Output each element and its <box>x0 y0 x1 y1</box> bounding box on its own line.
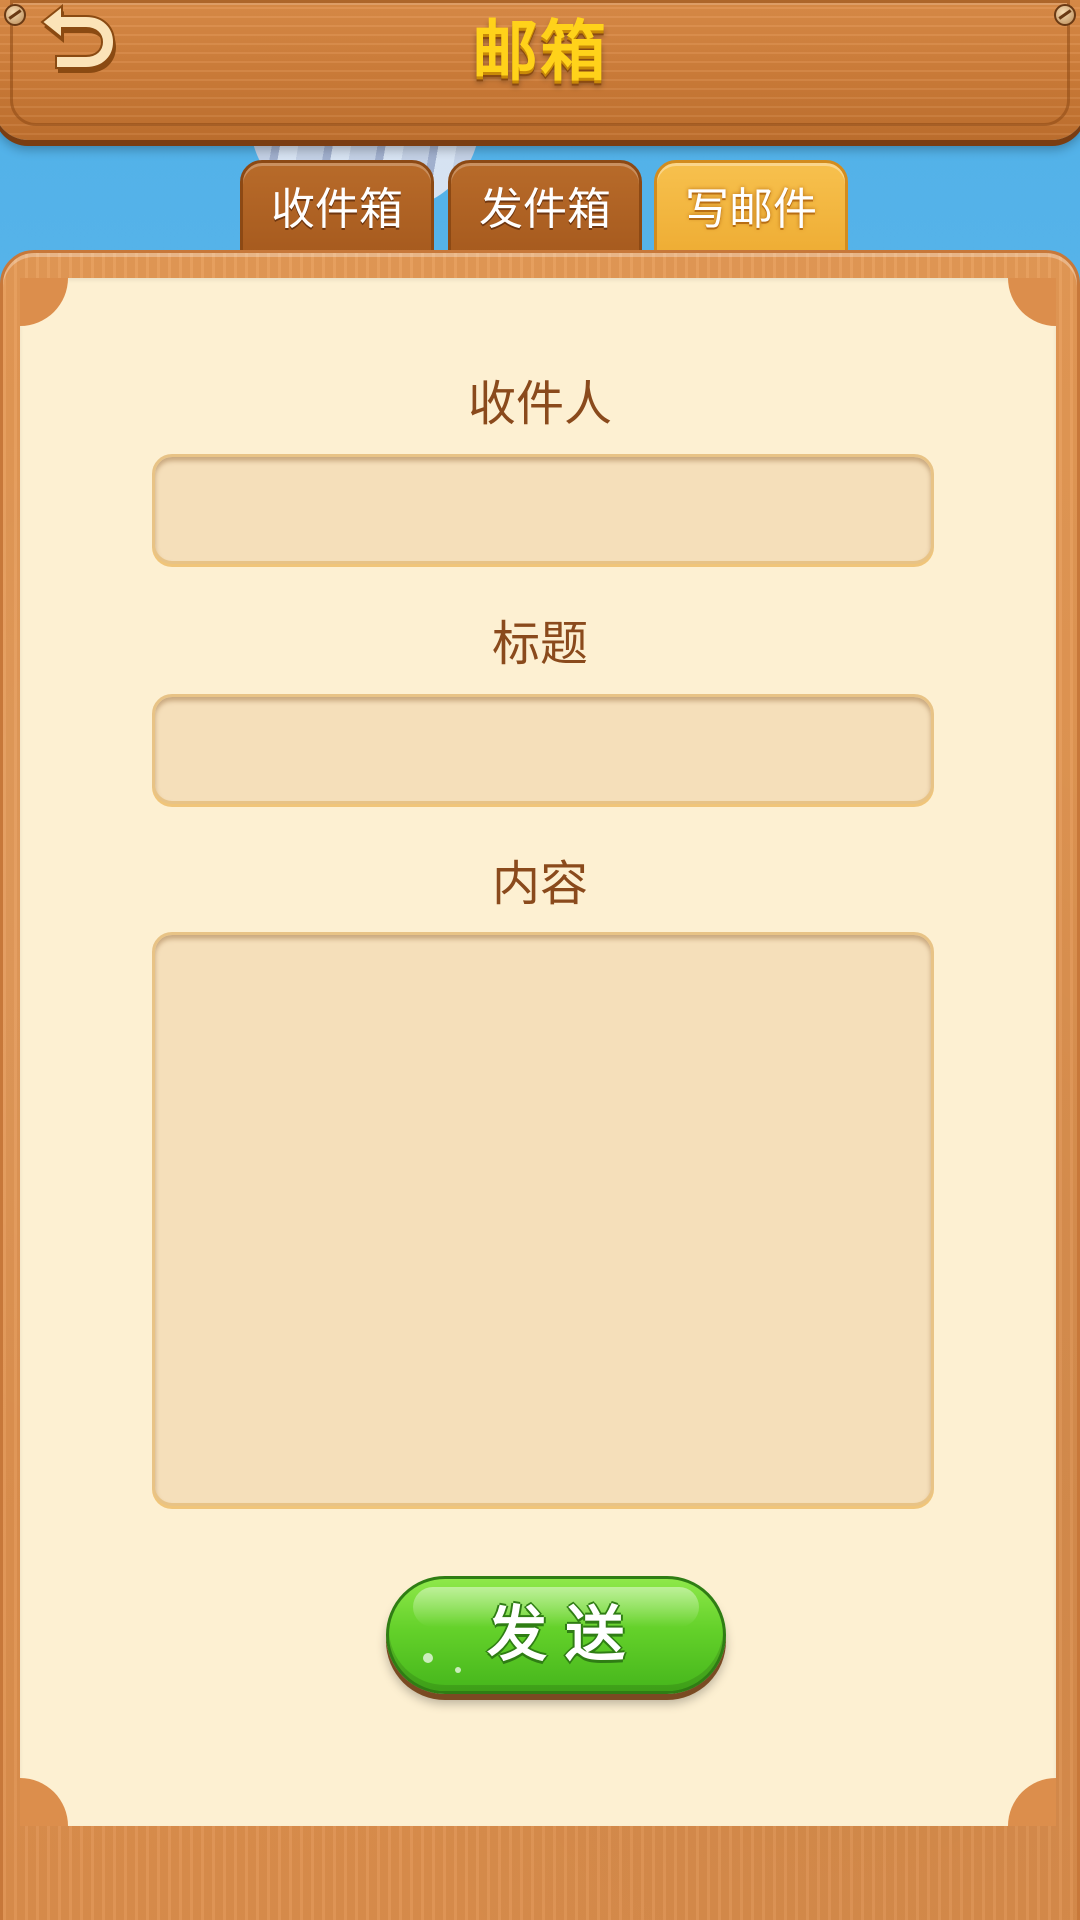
recipient-label: 收件人 <box>467 376 612 432</box>
tab-compose[interactable]: 写邮件 <box>654 160 848 260</box>
title-label: 标题 <box>491 616 588 672</box>
tab-inbox[interactable]: 收件箱 <box>240 160 434 260</box>
page-title: 邮箱 <box>472 13 608 90</box>
send-button-label: 发送 <box>487 1600 643 1670</box>
content-label: 内容 <box>491 856 588 912</box>
panel-corner <box>1008 1778 1056 1826</box>
send-button[interactable]: 发送 <box>386 1576 726 1694</box>
panel-corner <box>20 278 68 326</box>
tab-outbox[interactable]: 发件箱 <box>448 160 642 260</box>
panel-corner <box>1008 278 1056 326</box>
title-input[interactable] <box>152 694 934 804</box>
header-bar: 邮箱 <box>0 0 1080 140</box>
recipient-input[interactable] <box>152 454 934 564</box>
content-textarea[interactable] <box>152 932 934 1506</box>
panel-corner <box>20 1778 68 1826</box>
